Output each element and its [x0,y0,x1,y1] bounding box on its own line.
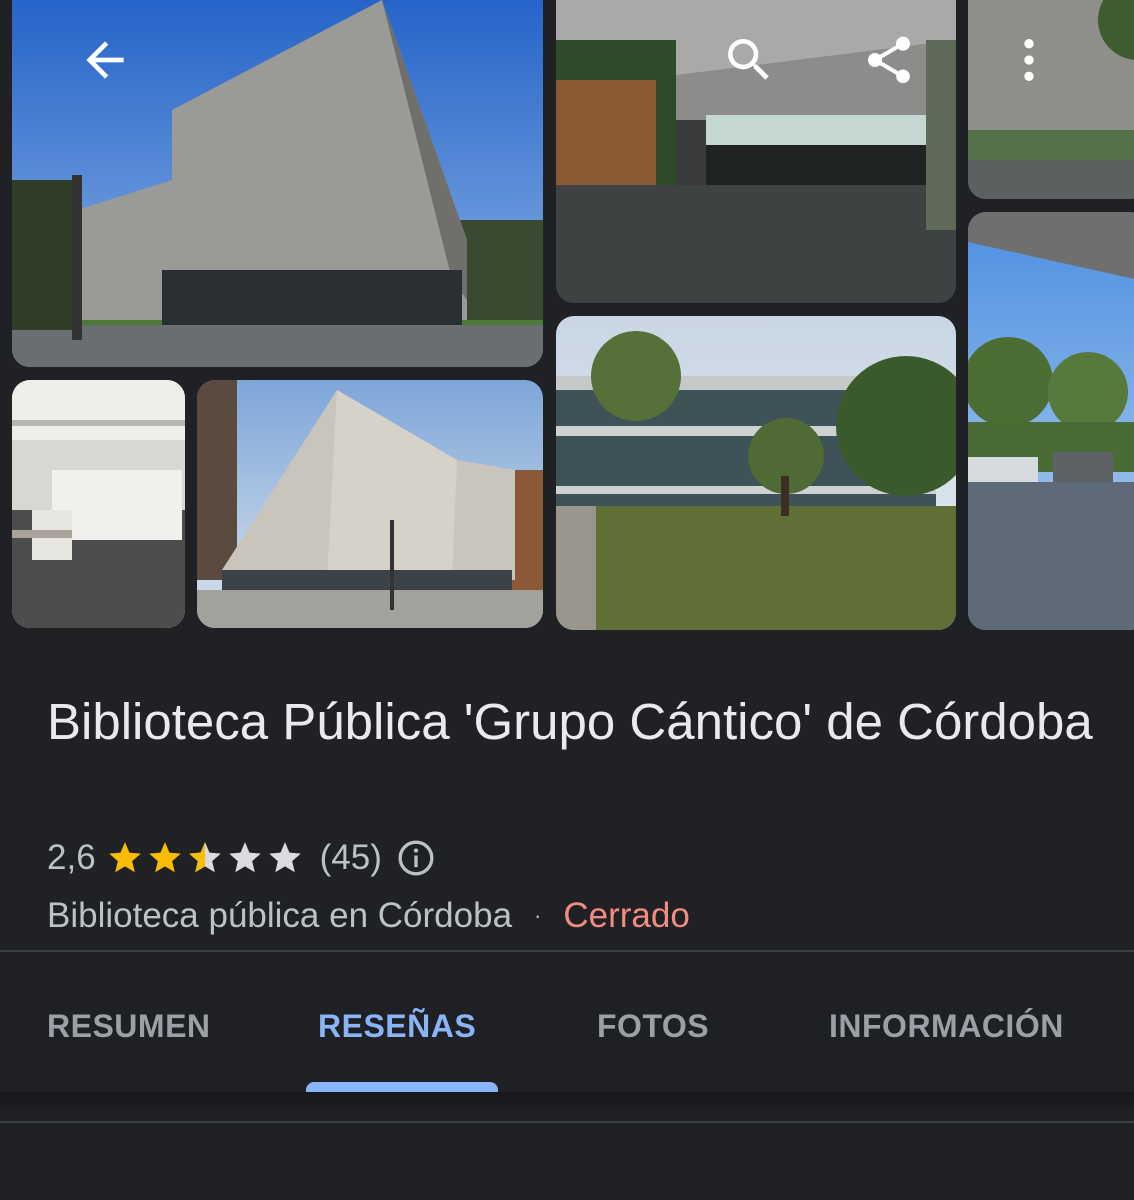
place-category: Biblioteca pública en Córdoba [47,896,513,935]
star-half-icon [186,839,224,877]
active-tab-indicator [306,1082,498,1092]
tab-resumen[interactable]: RESUMEN [47,1008,211,1045]
share-icon[interactable] [854,25,924,95]
tab-resenas[interactable]: RESEÑAS [318,1008,476,1045]
tab-informacion[interactable]: INFORMACIÓN [829,1008,1064,1045]
category-row: Biblioteca pública en Córdoba · Cerrado [47,893,690,939]
separator-dot: · [534,903,542,928]
photo-gallery [0,0,1134,640]
photo-glass-building-lawn[interactable] [556,316,956,630]
tab-fotos[interactable]: FOTOS [597,1008,709,1045]
place-title: Biblioteca Pública 'Grupo Cántico' de Có… [47,693,1093,750]
review-count[interactable]: (45) [320,838,382,878]
rating-value: 2,6 [47,838,96,877]
open-status: Cerrado [563,896,690,935]
star-full-icon [146,839,184,877]
divider [0,1121,1134,1123]
back-arrow-icon[interactable] [70,25,140,95]
star-empty-icon [266,839,304,877]
photo-street-trees[interactable] [968,212,1134,630]
search-icon[interactable] [714,25,784,95]
star-rating [106,839,306,877]
star-full-icon [106,839,144,877]
tab-shadow [0,1092,1134,1120]
tab-bar: RESUMEN RESEÑAS FOTOS INFORMACIÓN [0,952,1134,1092]
star-empty-icon [226,839,264,877]
photo-interior-shelves[interactable] [12,380,185,628]
rating-row[interactable]: 2,6 (45) [47,836,436,880]
more-vert-icon[interactable] [994,25,1064,95]
photo-building-corner[interactable] [197,380,543,628]
info-icon[interactable] [396,838,436,878]
